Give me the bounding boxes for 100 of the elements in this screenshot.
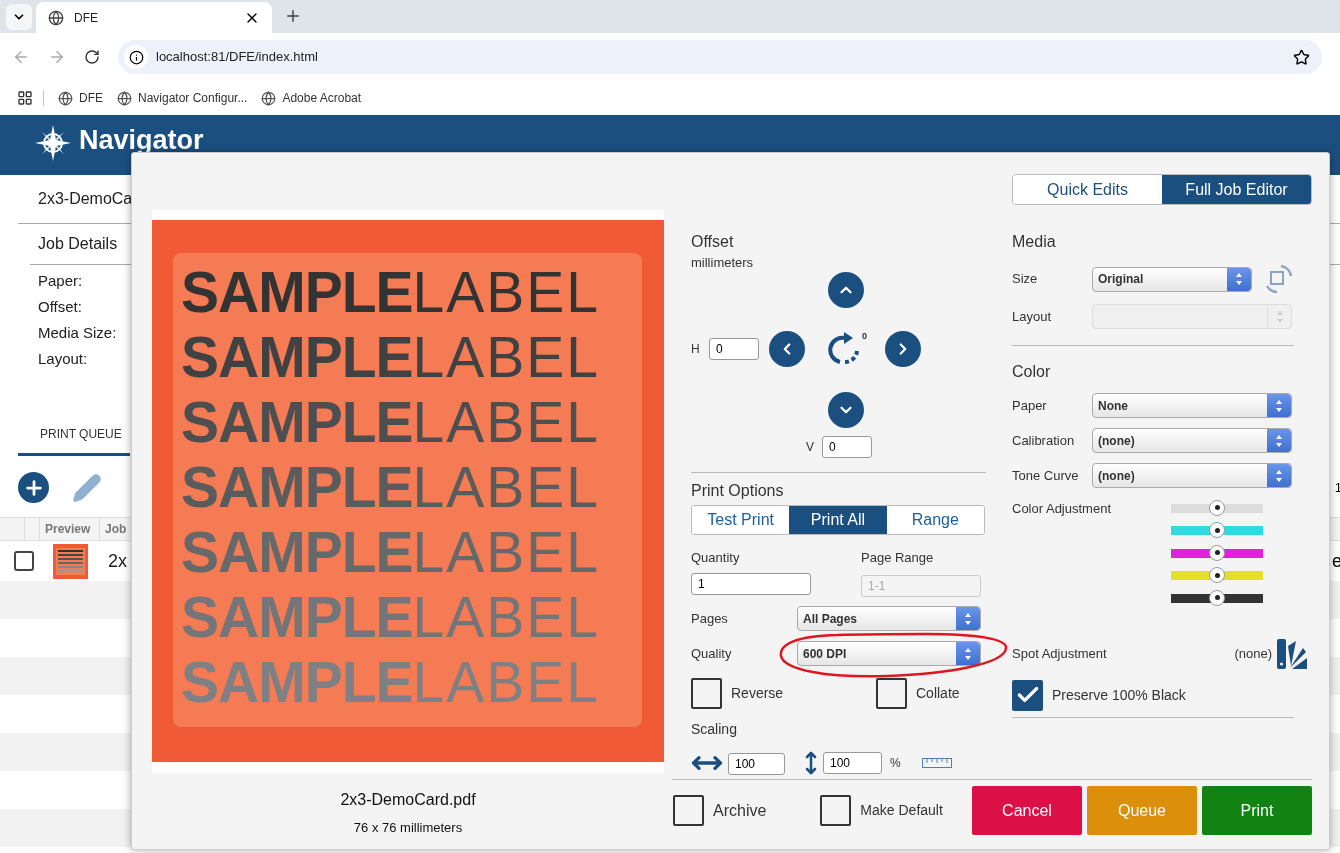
color-slider[interactable]: [1171, 593, 1263, 603]
h-label: H: [691, 341, 701, 358]
checkbox-label: Collate: [916, 684, 960, 703]
dropdown[interactable]: Original: [1092, 266, 1252, 292]
url-text: localhost:81/DFE/index.html: [156, 48, 318, 67]
bookmark-link[interactable]: DFE: [79, 89, 103, 107]
quantity-field[interactable]: 1: [691, 573, 811, 595]
spinner-icon: [1275, 398, 1283, 413]
print-mode-tab[interactable]: Range: [886, 506, 984, 534]
print-mode-tab[interactable]: Print All: [789, 506, 887, 534]
column-header: Preview: [40, 518, 100, 540]
bookmark-link[interactable]: Adobe Acrobat: [282, 89, 362, 107]
browser-tab[interactable]: DFE: [36, 2, 272, 33]
field-label: Paper: [1012, 396, 1048, 415]
dropdown[interactable]: (none): [1092, 463, 1292, 488]
checkbox[interactable]: [691, 678, 722, 709]
print-button[interactable]: Print: [1202, 786, 1312, 835]
reload-icon[interactable]: [84, 49, 100, 65]
field-label: Tone Curve: [1012, 466, 1080, 485]
add-button[interactable]: [18, 472, 49, 503]
print-mode-tab[interactable]: Test Print: [692, 506, 790, 534]
detail-label: Layout:: [38, 349, 88, 369]
checkbox[interactable]: [820, 795, 852, 826]
up-button[interactable]: [828, 272, 864, 308]
dropdown[interactable]: 600 DPI: [797, 641, 981, 666]
label-text: LABEL: [412, 456, 600, 517]
checkbox[interactable]: [673, 795, 704, 826]
dropdown[interactable]: None: [1092, 393, 1292, 418]
detail-label: Media Size:: [38, 323, 117, 343]
quality-label: Quality: [691, 644, 733, 663]
cancel-button[interactable]: Cancel: [972, 786, 1082, 835]
detail-label: Offset:: [38, 297, 82, 317]
mode-tab[interactable]: Full Job Editor: [1162, 175, 1311, 204]
v-offset-field[interactable]: 0: [822, 436, 872, 458]
slider-thumb[interactable]: [1209, 567, 1225, 584]
rotate-icon[interactable]: [828, 331, 862, 367]
spinner-icon: [1275, 309, 1284, 324]
scale-width-field[interactable]: 100: [728, 753, 785, 775]
spot-color-icon[interactable]: [1276, 637, 1308, 670]
down-button[interactable]: [828, 392, 864, 428]
rotation-degrees: 0: [862, 331, 867, 341]
spinner-icon: [964, 646, 972, 661]
info-icon[interactable]: [128, 49, 144, 65]
spinner-icon: [1275, 433, 1283, 448]
slider-thumb[interactable]: [1209, 522, 1225, 539]
address-bar[interactable]: localhost:81/DFE/index.html: [118, 40, 1322, 74]
sample-text: SAMPLE: [181, 456, 413, 517]
job-cell-text: 2x: [108, 549, 127, 573]
globe-icon: [58, 90, 73, 106]
dropdown[interactable]: (none): [1092, 428, 1292, 453]
spot-adjustment-label: Spot Adjustment: [1012, 644, 1107, 663]
brand-name: Navigator: [79, 125, 204, 155]
field-label: Size: [1012, 270, 1039, 289]
checkbox[interactable]: [1012, 679, 1043, 711]
color-adjustment-label: Color Adjustment: [1012, 500, 1112, 518]
section-title: Print Options: [691, 482, 785, 500]
spinner-icon: [1235, 272, 1243, 286]
pages-label: Pages: [691, 609, 729, 628]
label-text: LABEL: [412, 521, 600, 582]
quantity-label: Quantity: [691, 551, 741, 565]
right-button[interactable]: [885, 331, 921, 367]
new-tab-icon[interactable]: [284, 7, 302, 25]
tab-list-button[interactable]: [6, 4, 32, 30]
label-text: LABEL: [412, 391, 600, 452]
label-text: LABEL: [412, 586, 600, 647]
row-checkbox[interactable]: [14, 551, 34, 571]
dropdown[interactable]: All Pages: [797, 606, 981, 631]
spot-adjustment-value: (none): [1234, 644, 1272, 663]
checkbox-label: Make Default: [860, 801, 943, 820]
sample-text: SAMPLE: [181, 586, 413, 647]
sample-text: SAMPLE: [181, 261, 413, 322]
slider-thumb[interactable]: [1209, 499, 1225, 516]
checkbox-label: Archive: [713, 800, 767, 821]
bookmark-star-icon[interactable]: [1293, 48, 1310, 66]
checkbox[interactable]: [876, 678, 907, 709]
sample-text: SAMPLE: [181, 521, 413, 582]
color-slider[interactable]: [1171, 548, 1263, 558]
bookmark-link[interactable]: Navigator Configur...: [138, 89, 248, 107]
job-name: 2x3-DemoCa: [38, 190, 133, 207]
file-name: 2x3-DemoCard.pdf: [340, 790, 476, 810]
page-size: 76 x 76 millimeters: [353, 819, 463, 837]
compass-logo-icon: [35, 125, 71, 161]
mode-tab[interactable]: Quick Edits: [1013, 175, 1162, 204]
slider-thumb[interactable]: [1209, 589, 1225, 606]
ruler-icon[interactable]: [921, 758, 952, 768]
scale-height-field[interactable]: 100: [823, 752, 882, 774]
globe-icon: [48, 9, 64, 26]
page-range-label: Page Range: [861, 551, 934, 565]
section-title: Color: [1012, 363, 1052, 381]
scaling-label: Scaling: [691, 721, 738, 737]
color-slider[interactable]: [1171, 503, 1263, 513]
section-title: Media: [1012, 233, 1057, 251]
label-text: LABEL: [412, 326, 600, 387]
slider-thumb[interactable]: [1209, 544, 1225, 561]
h-offset-field[interactable]: 0: [709, 338, 759, 360]
thumbnail: [53, 543, 88, 579]
apps-icon[interactable]: [17, 90, 33, 106]
detail-label: Paper:: [38, 271, 83, 291]
spinner-icon: [1275, 468, 1283, 483]
left-button[interactable]: [769, 331, 805, 367]
